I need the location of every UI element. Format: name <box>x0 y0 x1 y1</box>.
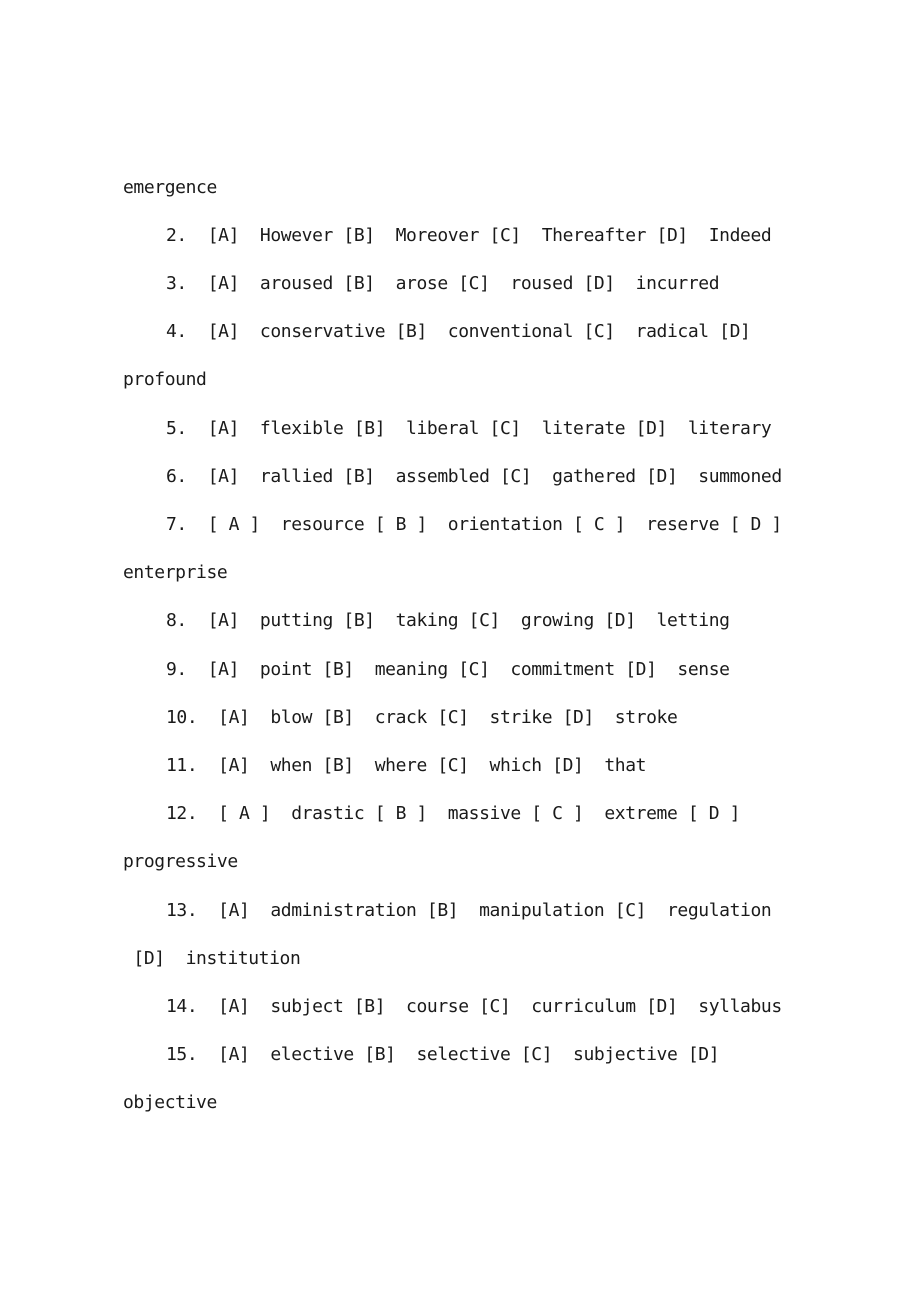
continuation-line: [D] institution <box>123 948 301 969</box>
question-8: 8. [A] putting [B] taking [C] growing [D… <box>166 610 730 631</box>
question-14: 14. [A] subject [B] course [C] curriculu… <box>166 996 782 1017</box>
question-10: 10. [A] blow [B] crack [C] strike [D] st… <box>166 707 678 728</box>
question-6: 6. [A] rallied [B] assembled [C] gathere… <box>166 466 782 487</box>
question-3: 3. [A] aroused [B] arose [C] roused [D] … <box>166 273 720 294</box>
question-11: 11. [A] when [B] where [C] which [D] tha… <box>166 755 647 776</box>
continuation-line: emergence <box>123 177 217 198</box>
question-9: 9. [A] point [B] meaning [C] commitment … <box>166 659 730 680</box>
continuation-line: enterprise <box>123 562 228 583</box>
question-7: 7. [ A ] resource [ B ] orientation [ C … <box>166 514 782 535</box>
continuation-line: progressive <box>123 851 238 872</box>
question-12: 12. [ A ] drastic [ B ] massive [ C ] ex… <box>166 803 741 824</box>
question-5: 5. [A] flexible [B] liberal [C] literate… <box>166 418 772 439</box>
question-13: 13. [A] administration [B] manipulation … <box>166 900 772 921</box>
question-2: 2. [A] However [B] Moreover [C] Thereaft… <box>166 225 772 246</box>
continuation-line: objective <box>123 1092 217 1113</box>
question-15: 15. [A] elective [B] selective [C] subje… <box>166 1044 720 1065</box>
question-4: 4. [A] conservative [B] conventional [C]… <box>166 321 751 342</box>
continuation-line: profound <box>123 369 207 390</box>
